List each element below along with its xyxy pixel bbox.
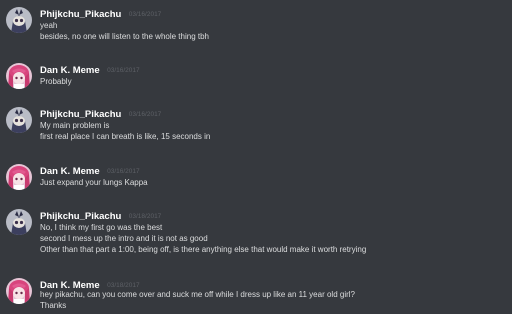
username[interactable]: Dan K. Meme	[40, 65, 100, 76]
username[interactable]: Dan K. Meme	[40, 166, 100, 177]
chat-message-list: Phijkchu_Pikachu 03/16/2017 yeah besides…	[0, 0, 512, 314]
message-line: Probably	[40, 77, 72, 86]
timestamp: 03/16/2017	[128, 11, 162, 18]
timestamp: 03/16/2017	[107, 67, 140, 74]
message-line: No, I think my first go was the best	[40, 223, 163, 232]
pikachu-avatar[interactable]	[6, 209, 32, 235]
message-body: Probably	[40, 76, 72, 87]
pikachu-avatar[interactable]	[6, 7, 32, 33]
message-line: hey pikachu, can you come over and suck …	[40, 290, 355, 299]
message-line: Just expand your lungs Kappa	[40, 178, 148, 187]
message-header: Phijkchu_Pikachu 03/18/2017	[40, 209, 162, 222]
message-line: second I mess up the intro and it is not…	[40, 234, 208, 243]
username[interactable]: Phijkchu_Pikachu	[40, 9, 121, 20]
message-body: Just expand your lungs Kappa	[40, 177, 148, 188]
message-line: My main problem is	[40, 121, 110, 130]
message-line: yeah	[40, 21, 58, 30]
timestamp: 03/16/2017	[128, 111, 162, 118]
timestamp: 03/18/2017	[107, 282, 140, 289]
message-body: No, I think my first go was the best sec…	[40, 222, 366, 255]
message-body: yeah besides, no one will listen to the …	[40, 20, 209, 42]
timestamp: 03/16/2017	[107, 168, 140, 175]
message-body: My main problem is first real place I ca…	[40, 120, 210, 142]
anime-girl-avatar[interactable]	[6, 164, 32, 190]
anime-girl-avatar[interactable]	[6, 278, 32, 304]
username[interactable]: Phijkchu_Pikachu	[40, 211, 121, 222]
pikachu-avatar[interactable]	[6, 107, 32, 133]
message-header: Dan K. Meme 03/16/2017	[40, 63, 140, 76]
message-body: hey pikachu, can you come over and suck …	[40, 289, 355, 311]
message-line: first real place I can breath is like, 1…	[40, 132, 211, 141]
message-line: Thanks	[40, 301, 67, 310]
message-header: Phijkchu_Pikachu 03/16/2017	[40, 107, 162, 120]
timestamp: 03/18/2017	[128, 213, 162, 220]
message-line: besides, no one will listen to the whole…	[40, 32, 209, 41]
username[interactable]: Phijkchu_Pikachu	[40, 109, 121, 120]
message-header: Phijkchu_Pikachu 03/16/2017	[40, 7, 162, 20]
message-header: Dan K. Meme 03/16/2017	[40, 164, 140, 177]
anime-girl-avatar[interactable]	[6, 63, 32, 89]
message-line: Other than that part a 1:00, being off, …	[40, 245, 367, 254]
